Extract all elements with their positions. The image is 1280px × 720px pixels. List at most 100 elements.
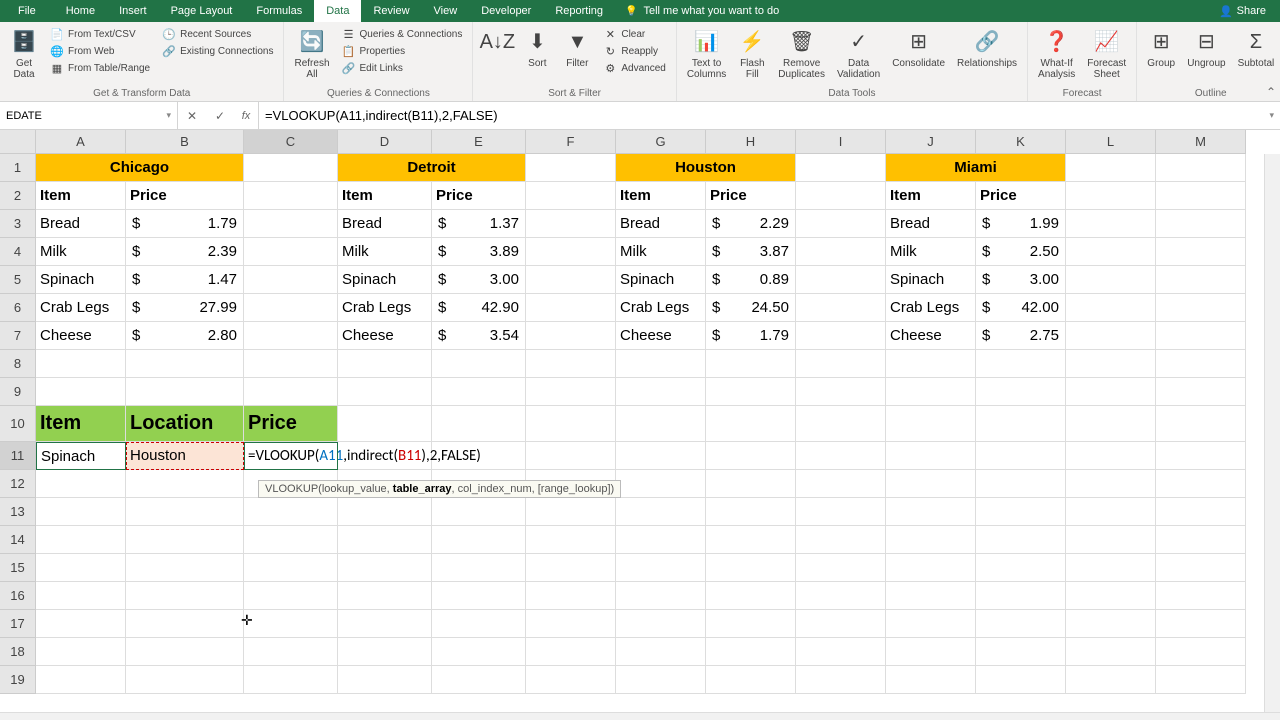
cell-I6[interactable] bbox=[796, 294, 886, 322]
cell-C3[interactable] bbox=[244, 210, 338, 238]
cell-F6[interactable] bbox=[526, 294, 616, 322]
cell-J14[interactable] bbox=[886, 526, 976, 554]
cell-M10[interactable] bbox=[1156, 406, 1246, 442]
cell-D9[interactable] bbox=[338, 378, 432, 406]
cell-A18[interactable] bbox=[36, 638, 126, 666]
cell-M11[interactable] bbox=[1156, 442, 1246, 470]
cell-J17[interactable] bbox=[886, 610, 976, 638]
cell-B2[interactable]: Price bbox=[126, 182, 244, 210]
cell-L11[interactable] bbox=[1066, 442, 1156, 470]
sort-button[interactable]: ⬇Sort bbox=[519, 26, 555, 71]
spreadsheet[interactable]: ABCDEFGHIJKLM 12345678910111213141516171… bbox=[0, 130, 1280, 712]
sort-az-button[interactable]: A↓Z bbox=[479, 26, 515, 58]
cell-D7[interactable]: Cheese bbox=[338, 322, 432, 350]
cell-A9[interactable] bbox=[36, 378, 126, 406]
col-header-M[interactable]: M bbox=[1156, 130, 1246, 154]
cell-B7[interactable]: $2.80 bbox=[126, 322, 244, 350]
cell-G12[interactable] bbox=[616, 470, 706, 498]
tab-file[interactable]: File bbox=[0, 0, 54, 22]
tab-view[interactable]: View bbox=[422, 0, 470, 22]
cell-E15[interactable] bbox=[432, 554, 526, 582]
cell-K11[interactable] bbox=[976, 442, 1066, 470]
col-header-E[interactable]: E bbox=[432, 130, 526, 154]
row-header-14[interactable]: 14 bbox=[0, 526, 36, 554]
vertical-scrollbar[interactable] bbox=[1264, 154, 1280, 712]
edit-links-button[interactable]: 🔗Edit Links bbox=[338, 60, 467, 76]
cell-L3[interactable] bbox=[1066, 210, 1156, 238]
cell-A3[interactable]: Bread bbox=[36, 210, 126, 238]
existing-connections-button[interactable]: 🔗Existing Connections bbox=[158, 43, 277, 59]
cell-C11[interactable]: =VLOOKUP(A11,indirect(B11),2,FALSE) bbox=[244, 442, 338, 470]
cell-J7[interactable]: Cheese bbox=[886, 322, 976, 350]
row-header-15[interactable]: 15 bbox=[0, 554, 36, 582]
reapply-button[interactable]: ↻Reapply bbox=[599, 43, 669, 59]
cell-L19[interactable] bbox=[1066, 666, 1156, 694]
cell-G17[interactable] bbox=[616, 610, 706, 638]
cell-A7[interactable]: Cheese bbox=[36, 322, 126, 350]
cell-A13[interactable] bbox=[36, 498, 126, 526]
tell-me-input[interactable]: Tell me what you want to do bbox=[625, 0, 779, 22]
cell-L14[interactable] bbox=[1066, 526, 1156, 554]
queries-button[interactable]: ☰Queries & Connections bbox=[338, 26, 467, 42]
cell-C1[interactable] bbox=[244, 154, 338, 182]
col-header-A[interactable]: A bbox=[36, 130, 126, 154]
cell-L7[interactable] bbox=[1066, 322, 1156, 350]
cell-F18[interactable] bbox=[526, 638, 616, 666]
cell-B18[interactable] bbox=[126, 638, 244, 666]
cell-G7[interactable]: Cheese bbox=[616, 322, 706, 350]
cell-L13[interactable] bbox=[1066, 498, 1156, 526]
cell-H11[interactable] bbox=[706, 442, 796, 470]
cell-G3[interactable]: Bread bbox=[616, 210, 706, 238]
cell-D19[interactable] bbox=[338, 666, 432, 694]
cell-K4[interactable]: $2.50 bbox=[976, 238, 1066, 266]
cell-A14[interactable] bbox=[36, 526, 126, 554]
cell-A12[interactable] bbox=[36, 470, 126, 498]
cell-K15[interactable] bbox=[976, 554, 1066, 582]
row-header-19[interactable]: 19 bbox=[0, 666, 36, 694]
cell-G2[interactable]: Item bbox=[616, 182, 706, 210]
cell-M8[interactable] bbox=[1156, 350, 1246, 378]
fx-icon[interactable]: fx bbox=[234, 110, 258, 122]
cell-B15[interactable] bbox=[126, 554, 244, 582]
cell-H6[interactable]: $24.50 bbox=[706, 294, 796, 322]
cell-C4[interactable] bbox=[244, 238, 338, 266]
cell-M7[interactable] bbox=[1156, 322, 1246, 350]
cell-A4[interactable]: Milk bbox=[36, 238, 126, 266]
cell-B14[interactable] bbox=[126, 526, 244, 554]
cell-B13[interactable] bbox=[126, 498, 244, 526]
cell-K6[interactable]: $42.00 bbox=[976, 294, 1066, 322]
cell-C5[interactable] bbox=[244, 266, 338, 294]
cell-F5[interactable] bbox=[526, 266, 616, 294]
cell-K7[interactable]: $2.75 bbox=[976, 322, 1066, 350]
cell-L16[interactable] bbox=[1066, 582, 1156, 610]
tab-home[interactable]: Home bbox=[54, 0, 107, 22]
col-header-C[interactable]: C bbox=[244, 130, 338, 154]
from-web-button[interactable]: 🌐From Web bbox=[46, 43, 154, 59]
cell-I4[interactable] bbox=[796, 238, 886, 266]
cell-F3[interactable] bbox=[526, 210, 616, 238]
col-header-H[interactable]: H bbox=[706, 130, 796, 154]
cell-K8[interactable] bbox=[976, 350, 1066, 378]
cell-G10[interactable] bbox=[616, 406, 706, 442]
cell-G19[interactable] bbox=[616, 666, 706, 694]
cell-J8[interactable] bbox=[886, 350, 976, 378]
cell-L10[interactable] bbox=[1066, 406, 1156, 442]
cell-E18[interactable] bbox=[432, 638, 526, 666]
cell-G18[interactable] bbox=[616, 638, 706, 666]
cell-L4[interactable] bbox=[1066, 238, 1156, 266]
formula-input[interactable]: =VLOOKUP(A11,indirect(B11),2,FALSE) bbox=[259, 102, 1280, 129]
cell-I14[interactable] bbox=[796, 526, 886, 554]
cell-J5[interactable]: Spinach bbox=[886, 266, 976, 294]
cell-M16[interactable] bbox=[1156, 582, 1246, 610]
cell-L9[interactable] bbox=[1066, 378, 1156, 406]
cell-B16[interactable] bbox=[126, 582, 244, 610]
cell-A1[interactable]: Chicago bbox=[36, 154, 244, 182]
cell-M12[interactable] bbox=[1156, 470, 1246, 498]
text-to-columns-button[interactable]: 📊Text to Columns bbox=[683, 26, 730, 82]
col-header-K[interactable]: K bbox=[976, 130, 1066, 154]
share-button[interactable]: 👤Share bbox=[1205, 0, 1280, 22]
group-button[interactable]: ⊞Group bbox=[1143, 26, 1179, 71]
cell-E6[interactable]: $42.90 bbox=[432, 294, 526, 322]
cell-A10[interactable]: Item bbox=[36, 406, 126, 442]
cell-J3[interactable]: Bread bbox=[886, 210, 976, 238]
